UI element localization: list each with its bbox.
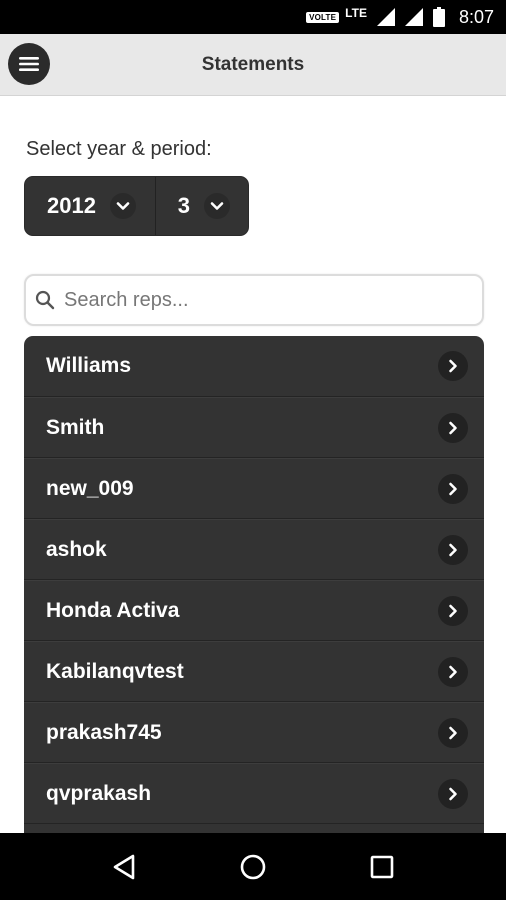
- signal-icon: [376, 8, 395, 26]
- search-icon: [34, 289, 56, 311]
- chevron-down-icon: [109, 193, 136, 219]
- rep-list-item[interactable]: Smith: [24, 397, 484, 458]
- chevron-right-icon: [438, 778, 468, 809]
- rep-name: new_009: [46, 476, 134, 500]
- battery-icon: [432, 7, 445, 27]
- rep-name: Honda Activa: [46, 598, 180, 622]
- chevron-right-icon: [438, 351, 468, 381]
- volte-badge: VOLTE: [306, 11, 340, 23]
- year-select[interactable]: 2012: [25, 177, 156, 235]
- rep-name: Kabilanqvtest: [46, 659, 184, 683]
- chevron-right-icon: [438, 595, 468, 626]
- rep-list-item[interactable]: new_009: [24, 458, 484, 519]
- period-label: Select year & period:: [26, 138, 212, 160]
- period-value: 3: [177, 193, 191, 218]
- chevron-down-icon: [204, 193, 231, 219]
- rep-name: Williams: [46, 354, 132, 377]
- home-circle-icon: [240, 854, 266, 879]
- rep-name: ashok: [46, 537, 107, 561]
- search-input[interactable]: [64, 288, 464, 312]
- rep-name: qvprakash: [46, 781, 152, 805]
- rep-list: Williams Smith new_009ashok Honda Activa Kab…: [24, 336, 484, 856]
- search-box: [24, 274, 484, 326]
- nav-bar: [0, 833, 506, 900]
- rep-name: Smith: [46, 415, 105, 439]
- rep-list-item[interactable]: qvprakash: [24, 763, 484, 824]
- menu-button[interactable]: [8, 43, 50, 85]
- network-type-label: LTE: [345, 6, 367, 20]
- back-button[interactable]: [104, 847, 144, 887]
- rep-list-item[interactable]: ashok: [24, 519, 484, 580]
- wifi-signal-icon: [404, 8, 423, 26]
- period-select[interactable]: 3: [156, 177, 248, 235]
- status-bar: VOLTE LTE 8:07: [0, 0, 506, 34]
- clock: 8:07: [458, 6, 494, 27]
- recents-square-icon: [370, 855, 393, 878]
- hamburger-icon: [19, 57, 39, 71]
- page-title: Statements: [201, 53, 305, 75]
- rep-name: prakash745: [46, 720, 162, 744]
- app-header: Statements: [0, 34, 506, 96]
- back-triangle-icon: [114, 854, 135, 879]
- chevron-right-icon: [438, 412, 468, 443]
- rep-list-item[interactable]: Honda Activa: [24, 580, 484, 641]
- year-value: 2012: [47, 193, 96, 218]
- rep-list-item[interactable]: Kabilanqvtest: [24, 641, 484, 702]
- chevron-right-icon: [438, 534, 468, 565]
- rep-list-item[interactable]: prakash745: [24, 702, 484, 763]
- chevron-right-icon: [438, 473, 468, 504]
- rep-list-item[interactable]: Williams: [24, 336, 484, 397]
- recents-button[interactable]: [362, 847, 402, 887]
- chevron-right-icon: [438, 717, 468, 748]
- chevron-right-icon: [438, 656, 468, 687]
- home-button[interactable]: [233, 847, 273, 887]
- period-selector: 2012 3: [24, 176, 249, 236]
